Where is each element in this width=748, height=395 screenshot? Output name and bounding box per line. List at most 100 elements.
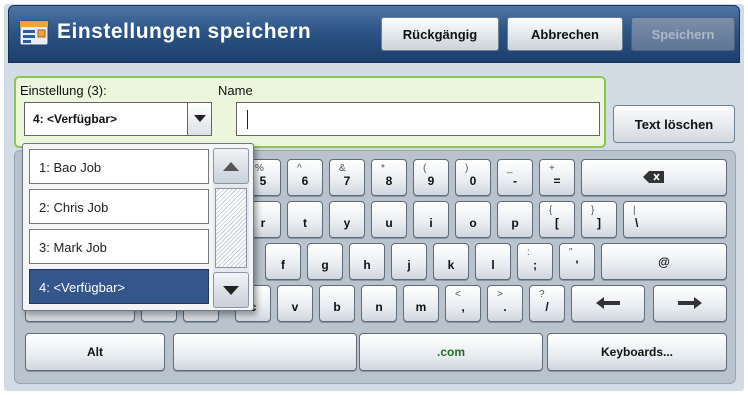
list-item[interactable]: 3: Mark Job [29, 229, 209, 264]
key-at[interactable]: @ [601, 243, 727, 280]
key-semicolon[interactable]: :; [517, 243, 553, 280]
setting-label: Einstellung (3): [20, 83, 107, 98]
key-label: 6 [301, 174, 309, 188]
key-7[interactable]: & 7 [329, 159, 365, 196]
cancel-button[interactable]: Abbrechen [507, 17, 623, 51]
key-label: Keyboards... [600, 345, 674, 359]
key-comma[interactable]: <, [445, 285, 481, 322]
key-label: 8 [385, 174, 393, 188]
page-title: Einstellungen speichern [57, 20, 312, 43]
key-label: m [415, 300, 427, 314]
alt-key[interactable]: Alt [25, 333, 165, 371]
key-m[interactable]: m [403, 285, 439, 322]
key-bracket-left[interactable]: {[ [539, 201, 575, 238]
clear-text-button[interactable]: Text löschen [613, 105, 735, 143]
list-item[interactable]: 2: Chris Job [29, 189, 209, 224]
save-button[interactable]: Speichern [631, 17, 735, 51]
key-f[interactable]: f [265, 243, 301, 280]
key-o[interactable]: o [455, 201, 491, 238]
setting-select[interactable]: 4: <Verfügbar> [24, 102, 212, 136]
key-shift-label: ? [539, 289, 545, 300]
key-shift-label: & [339, 163, 346, 174]
key-label: p [511, 216, 519, 230]
key-g[interactable]: g [307, 243, 343, 280]
key-8[interactable]: * 8 [371, 159, 407, 196]
key-period[interactable]: >. [487, 285, 523, 322]
key-y[interactable]: y [329, 201, 365, 238]
key-label: t [303, 216, 307, 230]
key-label: i [429, 216, 433, 230]
key-label: 0 [469, 174, 477, 188]
name-label: Name [218, 83, 253, 98]
key-shift-label: + [549, 163, 555, 174]
chevron-up-icon [223, 161, 239, 171]
key-p[interactable]: p [497, 201, 533, 238]
key-shift-label: { [549, 205, 553, 216]
key-shift-label: * [381, 163, 385, 174]
key-shift-label: ) [465, 163, 469, 174]
key-shift-label: % [255, 163, 264, 174]
key-label: , [461, 300, 465, 314]
key-label: y [343, 216, 351, 230]
dotcom-key[interactable]: .com [359, 333, 543, 371]
scrollbar[interactable] [213, 148, 249, 308]
key-9[interactable]: (9 [413, 159, 449, 196]
key-backslash[interactable]: | \ [623, 201, 727, 238]
key-label: j [407, 258, 411, 272]
key-shift-label: > [497, 289, 503, 300]
key-u[interactable]: u [371, 201, 407, 238]
key-apostrophe[interactable]: " ' [559, 243, 595, 280]
keyboards-key[interactable]: Keyboards... [547, 333, 727, 371]
key-label: = [553, 174, 561, 188]
key-label: [ [555, 216, 559, 230]
key-label: Alt [87, 345, 103, 359]
title-bar: Einstellungen speichern Rückgängig Abbre… [8, 5, 740, 63]
setting-select-value: 4: <Verfügbar> [33, 112, 118, 126]
key-n[interactable]: n [361, 285, 397, 322]
scroll-up-button[interactable] [213, 148, 249, 184]
chevron-down-icon [223, 285, 239, 295]
space-key[interactable] [173, 333, 357, 371]
list-item-selected[interactable]: 4: <Verfügbar> [29, 269, 209, 304]
key-shift-label: ( [423, 163, 427, 174]
key-i[interactable]: i [413, 201, 449, 238]
key-label: - [513, 174, 517, 188]
list-item[interactable]: 1: Bao Job [29, 149, 209, 184]
cursor-left-key[interactable] [571, 285, 645, 322]
key-slash[interactable]: ? / [529, 285, 565, 322]
key-v[interactable]: v [277, 285, 313, 322]
key-label: b [333, 300, 341, 314]
key-shift-label: : [527, 247, 530, 258]
key-6[interactable]: ^ 6 [287, 159, 323, 196]
key-h[interactable]: h [349, 243, 385, 280]
key-shift-label: | [633, 205, 636, 216]
cursor-right-key[interactable] [653, 285, 727, 322]
key-label: \ [635, 216, 639, 230]
name-input[interactable] [236, 102, 600, 136]
key-label: ; [533, 258, 537, 272]
key-0[interactable]: ) 0 [455, 159, 491, 196]
scroll-down-button[interactable] [213, 272, 249, 308]
undo-button[interactable]: Rückgängig [381, 17, 499, 51]
key-l[interactable]: l [475, 243, 511, 280]
key-minus[interactable]: _ - [497, 159, 533, 196]
key-label: l [491, 258, 495, 272]
chevron-down-icon[interactable] [187, 103, 211, 135]
key-label: n [375, 300, 383, 314]
text-caret [247, 110, 248, 129]
scroll-thumb[interactable] [215, 188, 247, 268]
backspace-key[interactable] [581, 159, 727, 196]
key-j[interactable]: j [391, 243, 427, 280]
key-label: . [503, 300, 507, 314]
key-equals[interactable]: + = [539, 159, 575, 196]
key-shift-label: } [591, 205, 595, 216]
key-k[interactable]: k [433, 243, 469, 280]
key-label: h [363, 258, 371, 272]
key-bracket-right[interactable]: }] [581, 201, 617, 238]
key-label: u [385, 216, 393, 230]
key-shift-label: < [455, 289, 461, 300]
key-label: f [281, 258, 285, 272]
key-t[interactable]: t [287, 201, 323, 238]
key-b[interactable]: b [319, 285, 355, 322]
key-label: 9 [427, 174, 435, 188]
